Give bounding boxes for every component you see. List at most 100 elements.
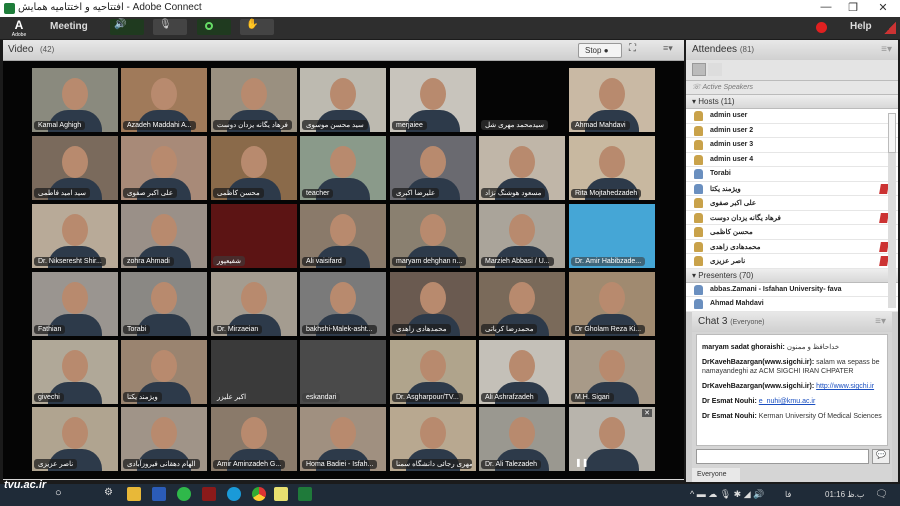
video-tile[interactable]: ❚❚ ✕ [569, 407, 655, 471]
video-tile[interactable]: علیرضا اکبری [390, 136, 476, 200]
video-tile[interactable]: محمدهادی زاهدی [390, 272, 476, 336]
clock[interactable]: 01:16 ب.ظ [825, 490, 864, 499]
status-view-icon[interactable] [708, 63, 722, 76]
video-tile[interactable]: bakhshi-Malek-asht... [300, 272, 386, 336]
video-tile[interactable]: eskandari [300, 340, 386, 404]
chat-input[interactable] [696, 449, 869, 464]
video-tile[interactable]: Ali Ashrafzadeh [479, 340, 565, 404]
video-tile[interactable]: Torabi [121, 272, 207, 336]
video-tile[interactable]: zohra Ahmadi [121, 204, 207, 268]
attendee-row[interactable]: Torabi [686, 167, 898, 182]
video-tile[interactable]: ناصر عزیزی [32, 407, 118, 471]
video-tile[interactable]: اکبر علیزر [211, 340, 297, 404]
pod-menu-icon[interactable]: ≡▾ [881, 44, 892, 55]
close-icon[interactable]: ✕ [642, 409, 652, 417]
attendee-row[interactable]: admin user [686, 109, 898, 124]
video-tile[interactable]: ویژمند یکتا [121, 340, 207, 404]
record-indicator-icon[interactable] [816, 22, 827, 33]
attendee-row[interactable]: admin user 2 [686, 123, 898, 138]
video-tile[interactable]: محسن کاظمی [211, 136, 297, 200]
video-tile[interactable]: Dr Gholam Reza Ki... [569, 272, 655, 336]
attendee-row[interactable]: admin user 3 [686, 138, 898, 153]
video-tile[interactable]: محمدرضا کریاتی [479, 272, 565, 336]
pod-menu-icon[interactable]: ≡▾ [663, 43, 673, 54]
attendee-row[interactable]: ناصر عزیزی [686, 254, 898, 269]
notifications-icon[interactable]: 🗨 [875, 489, 888, 500]
video-tile[interactable]: سید امید فاطمی [32, 136, 118, 200]
video-tile[interactable]: M.H. Sigari [569, 340, 655, 404]
adobe-connect-taskbar-icon[interactable] [274, 487, 288, 501]
video-tile[interactable]: Rita Mojtahedzadeh [569, 136, 655, 200]
microphone-button[interactable]: 🎙 [153, 19, 187, 35]
whatsapp-icon[interactable] [177, 487, 191, 501]
video-tile[interactable]: Amir Aminzadeh G... [211, 407, 297, 471]
message-link[interactable]: http://www.sigchi.ir [816, 383, 874, 390]
video-tile[interactable]: Homa Badiei - Isfah... [300, 407, 386, 471]
settings-icon[interactable]: ⚙ [104, 487, 118, 501]
video-tile[interactable]: مسعود هوشنگ نژاد [479, 136, 565, 200]
raise-hand-button[interactable]: ✋ [240, 19, 274, 35]
word-icon[interactable] [152, 487, 166, 501]
video-tile[interactable]: Dr. Mirzaeian [211, 272, 297, 336]
attendee-row[interactable]: abbas.Zamani - Isfahan University- fava [686, 282, 898, 297]
help-menu[interactable]: Help [850, 21, 872, 32]
participant-name: سیدمحمد مهری شل [481, 120, 549, 130]
chat-tab-everyone[interactable]: Everyone [692, 468, 740, 482]
fullscreen-icon[interactable]: ⛶ [629, 43, 636, 54]
video-tile[interactable]: Ahmad Mahdavi [569, 68, 655, 132]
attendee-row[interactable]: Ahmad Mahdavi [686, 297, 898, 312]
camera-button[interactable] [197, 19, 231, 35]
meeting-menu[interactable]: Meeting [50, 21, 88, 32]
stop-camera-button[interactable]: Stop ● [578, 43, 622, 58]
pause-icon[interactable]: ❚❚ [575, 458, 588, 467]
video-tile[interactable]: Marzieh Abbasi / U... [479, 204, 565, 268]
system-tray-icons[interactable]: ^ ▬ ☁ 🎙 ✱ ◢ 🔊 [690, 489, 764, 500]
video-tile[interactable]: Fathian [32, 272, 118, 336]
presenters-group[interactable]: ▾ Presenters (70) [686, 268, 898, 283]
video-tile[interactable]: Ali vaisifard [300, 204, 386, 268]
attendees-scrollbar[interactable] [888, 113, 896, 308]
video-tile[interactable]: الهام دهقانی فیروزآبادی [121, 407, 207, 471]
cortana-icon[interactable]: ○ [55, 487, 62, 499]
video-tile[interactable]: سید محسن موسوی [300, 68, 386, 132]
video-tile[interactable]: Dr. Asgharpour/TV... [390, 340, 476, 404]
participant-name: علی اکبر صفوی [123, 188, 178, 198]
video-tile[interactable]: merjaiee [390, 68, 476, 132]
chrome-icon[interactable] [252, 487, 266, 501]
video-tile[interactable]: maryam dehghan n... [390, 204, 476, 268]
pod-menu-icon[interactable]: ≡▾ [875, 316, 886, 327]
attendee-row[interactable]: علی اکبر صفوی [686, 196, 898, 211]
attendee-row[interactable]: admin user 4 [686, 152, 898, 167]
speaker-button[interactable]: 🔊 [110, 19, 144, 35]
scrollbar-thumb[interactable] [888, 113, 896, 153]
acrobat-icon[interactable] [202, 487, 216, 501]
attendee-row[interactable]: محسن کاظمی [686, 225, 898, 240]
list-view-icon[interactable] [692, 63, 706, 76]
attendee-row[interactable]: محمدهادی زاهدی [686, 239, 898, 254]
video-tile[interactable]: givechi [32, 340, 118, 404]
restore-button[interactable]: ❐ [842, 1, 864, 14]
message-link[interactable]: e_nuhi@kmu.ac.ir [759, 398, 816, 405]
video-tile[interactable]: علی اکبر صفوی [121, 136, 207, 200]
video-tile[interactable]: Dr. Ali Talezadeh [479, 407, 565, 471]
video-tile[interactable]: مهری رجائی دانشگاه سمنا [390, 407, 476, 471]
minimize-button[interactable]: — [815, 1, 837, 13]
excel-icon[interactable] [298, 487, 312, 501]
video-tile[interactable]: Azadeh Maddahi A... [121, 68, 207, 132]
video-tile[interactable]: فرهاد یگانه یزدان دوست [211, 68, 297, 132]
attendee-row[interactable]: فرهاد یگانه یزدان دوست [686, 210, 898, 225]
language-indicator[interactable]: فا [785, 490, 791, 499]
close-button[interactable]: ✕ [872, 1, 894, 14]
video-tile[interactable]: Dr. Nikseresht Shir... [32, 204, 118, 268]
hosts-group[interactable]: ▾ Hosts (11) [686, 95, 898, 109]
skype-icon[interactable] [227, 487, 241, 501]
file-explorer-icon[interactable] [127, 487, 141, 501]
video-tile[interactable]: Kamal Aghigh [32, 68, 118, 132]
video-tile[interactable]: سیدمحمد مهری شل [479, 68, 565, 132]
video-tile[interactable]: Dr. Amir Habibzade... [569, 204, 655, 268]
video-tile[interactable]: teacher [300, 136, 386, 200]
attendee-row[interactable]: ویژمند یکتا [686, 181, 898, 196]
video-tile[interactable]: شفیعپور [211, 204, 297, 268]
send-message-button[interactable]: 💬 [872, 449, 890, 464]
user-icon [694, 154, 703, 165]
